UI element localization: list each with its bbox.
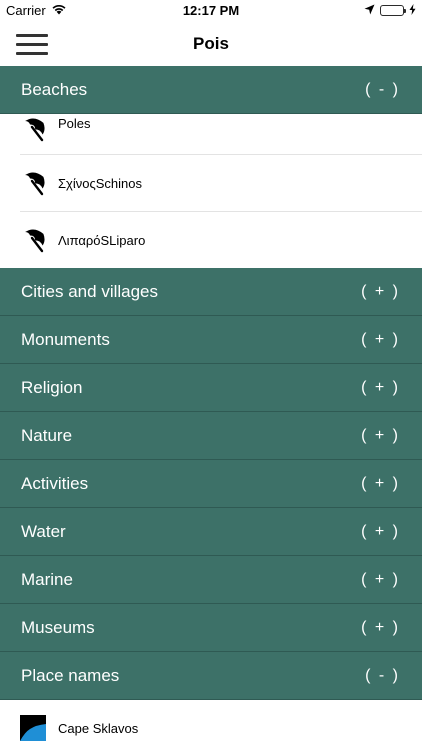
- charging-bolt-icon: [409, 3, 416, 18]
- section-label: Nature: [21, 425, 73, 445]
- section-label: Monuments: [21, 329, 110, 349]
- section-label: Museums: [21, 617, 95, 637]
- beaches-list: Poles ΣχίνοςSchinos ΛιπαρόSLiparo: [0, 114, 422, 268]
- location-arrow-icon: [364, 3, 375, 18]
- section-label: Religion: [21, 377, 83, 397]
- section-label: Place names: [21, 665, 120, 685]
- item-label: Cape Sklavos: [58, 720, 139, 736]
- list-item-poles[interactable]: Poles: [0, 114, 422, 154]
- list-item-schinos[interactable]: ΣχίνοςSchinos: [0, 155, 422, 211]
- poi-list[interactable]: Beaches ( - ) Poles ΣχίνοςSchinos Λιπαρό…: [0, 66, 422, 756]
- section-label: Marine: [21, 569, 73, 589]
- section-label: Cities and villages: [21, 281, 159, 301]
- status-right: [364, 3, 416, 18]
- list-item-liparo[interactable]: ΛιπαρόSLiparo: [0, 212, 422, 268]
- section-nature[interactable]: Nature ( + ): [0, 412, 422, 460]
- expand-toggle[interactable]: ( + ): [361, 331, 400, 349]
- place-names-list: Cape Sklavos: [0, 700, 422, 756]
- expand-toggle[interactable]: ( + ): [361, 619, 400, 637]
- clock: 12:17 PM: [182, 3, 240, 18]
- section-religion[interactable]: Religion ( + ): [0, 364, 422, 412]
- item-label: ΛιπαρόSLiparo: [58, 232, 146, 248]
- section-monuments[interactable]: Monuments ( + ): [0, 316, 422, 364]
- section-label: Water: [21, 521, 66, 541]
- expand-toggle[interactable]: ( + ): [361, 475, 400, 493]
- section-label: Activities: [21, 473, 89, 493]
- item-label: Poles: [58, 116, 91, 131]
- umbrella-icon: [20, 227, 46, 253]
- battery-icon: [380, 5, 406, 16]
- expand-toggle[interactable]: ( + ): [361, 427, 400, 445]
- collapse-toggle[interactable]: ( - ): [365, 667, 400, 685]
- section-water[interactable]: Water ( + ): [0, 508, 422, 556]
- cape-icon: [20, 715, 46, 741]
- section-museums[interactable]: Museums ( + ): [0, 604, 422, 652]
- section-marine[interactable]: Marine ( + ): [0, 556, 422, 604]
- section-cities-and-villages[interactable]: Cities and villages ( + ): [0, 268, 422, 316]
- section-label: Beaches: [21, 79, 88, 99]
- status-bar: Carrier 12:17 PM: [0, 0, 422, 22]
- list-item-cape-sklavos[interactable]: Cape Sklavos: [0, 700, 422, 756]
- expand-toggle[interactable]: ( + ): [361, 523, 400, 541]
- item-label: ΣχίνοςSchinos: [58, 175, 142, 191]
- section-place-names[interactable]: Place names ( - ): [0, 652, 422, 700]
- section-beaches[interactable]: Beaches ( - ): [0, 66, 422, 114]
- umbrella-icon: [20, 170, 46, 196]
- page-title: Pois: [193, 34, 229, 53]
- umbrella-icon: [20, 116, 46, 142]
- section-activities[interactable]: Activities ( + ): [0, 460, 422, 508]
- navigation-bar: Pois: [0, 22, 422, 66]
- expand-toggle[interactable]: ( + ): [361, 283, 400, 301]
- expand-toggle[interactable]: ( + ): [361, 571, 400, 589]
- expand-toggle[interactable]: ( + ): [361, 379, 400, 397]
- collapse-toggle[interactable]: ( - ): [365, 81, 400, 99]
